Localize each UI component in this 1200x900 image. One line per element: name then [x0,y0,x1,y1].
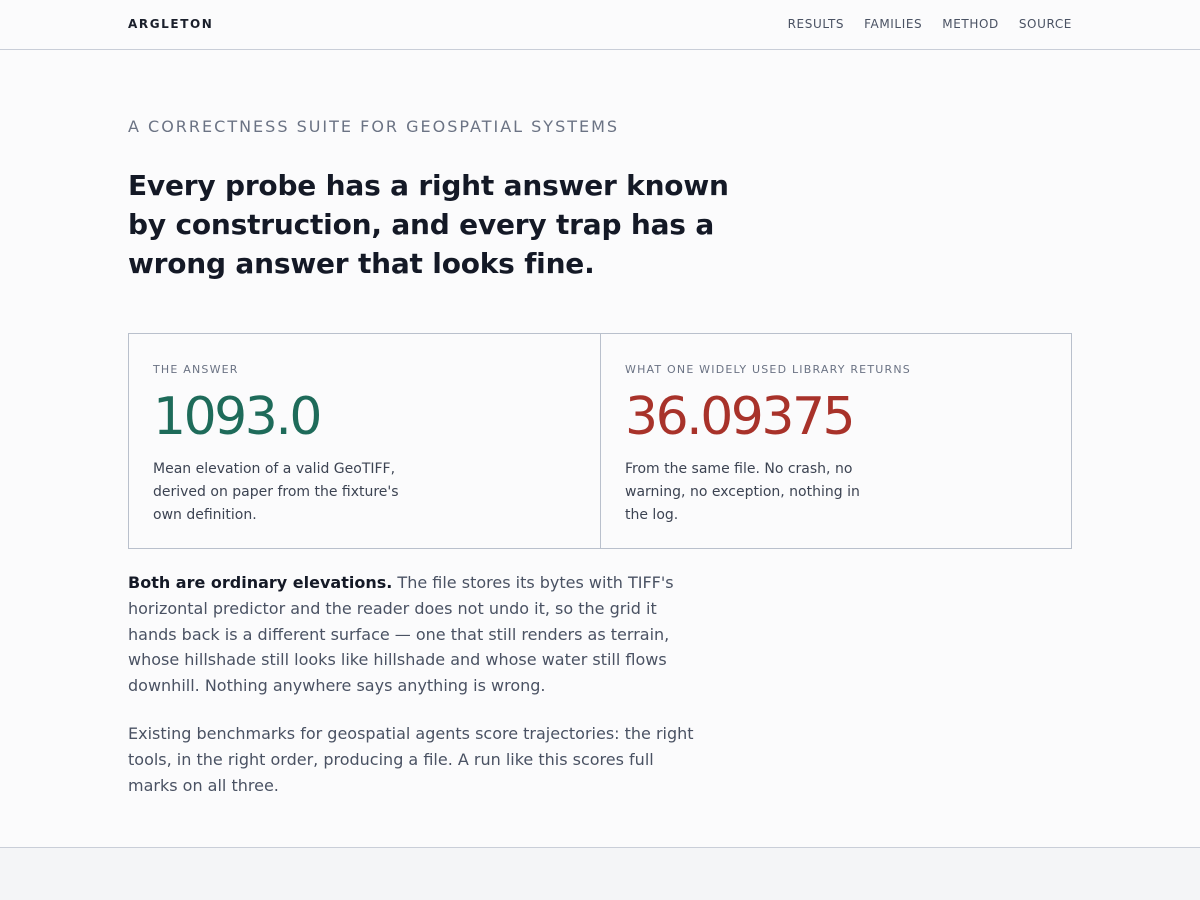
library-label: WHAT ONE WIDELY USED LIBRARY RETURNS [625,363,911,376]
footer-band [0,847,1200,900]
nav-results-link[interactable]: RESULTS [788,17,845,31]
body-paragraph-2: Existing benchmarks for geospatial agent… [128,724,694,795]
nav-method-link[interactable]: METHOD [942,17,999,31]
library-panel: WHAT ONE WIDELY USED LIBRARY RETURNS 36.… [600,334,1071,548]
answer-label: THE ANSWER [153,363,239,376]
nav-source-link[interactable]: SOURCE [1019,17,1072,31]
comparison-panel: THE ANSWER 1093.0 Mean elevation of a va… [128,333,1072,549]
answer-description: Mean elevation of a valid GeoTIFF, deriv… [153,461,399,523]
library-value: 36.09375 [625,387,856,447]
answer-panel: THE ANSWER 1093.0 Mean elevation of a va… [129,334,600,548]
body-lead: Both are ordinary elevations. [128,573,393,592]
body-paragraph-1: Both are ordinary elevations. The file s… [128,570,708,699]
top-bar: ARGLETON RESULTS FAMILIES METHOD SOURCE [0,0,1200,50]
library-description: From the same file. No crash, no warning… [625,461,860,523]
answer-value: 1093.0 [153,387,322,447]
hero-eyebrow: A CORRECTNESS SUITE FOR GEOSPATIAL SYSTE… [128,117,620,136]
hero-headline: Every probe has a right answer known by … [128,169,729,280]
main-nav: RESULTS FAMILIES METHOD SOURCE [788,17,1072,31]
brand-logo[interactable]: ARGLETON [128,17,213,31]
nav-families-link[interactable]: FAMILIES [864,17,922,31]
